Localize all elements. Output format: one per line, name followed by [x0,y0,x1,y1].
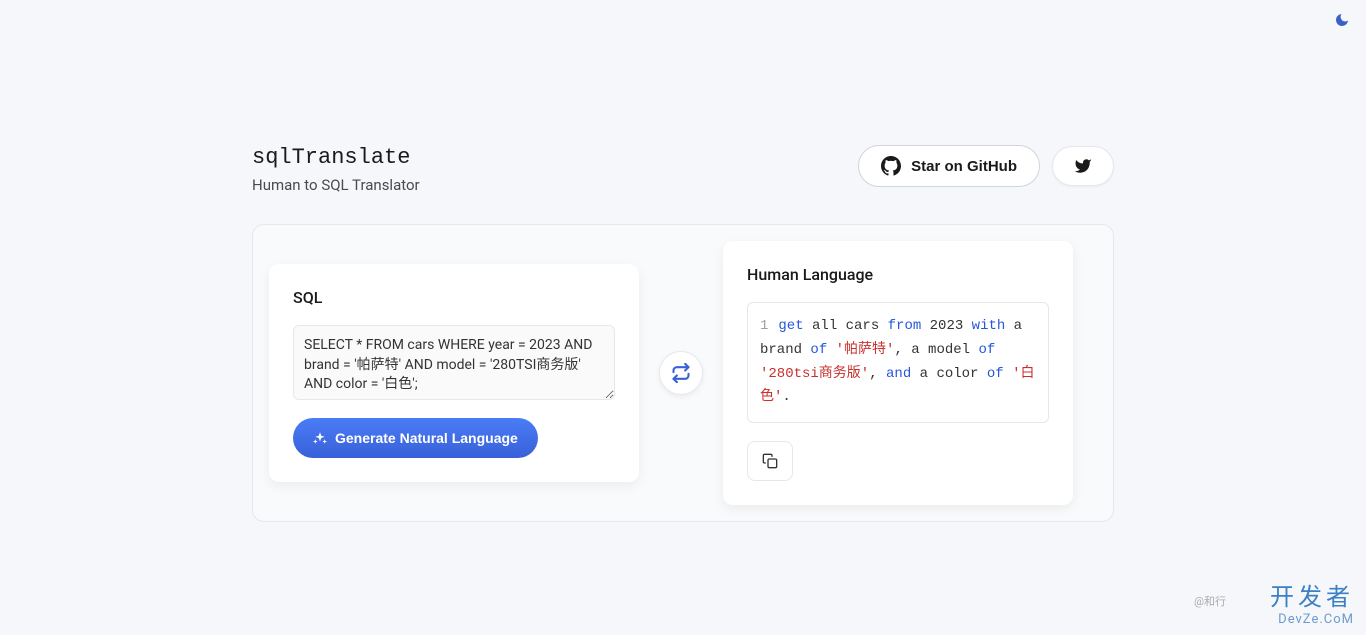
watermark-main: 开发者 [1270,583,1354,611]
app-title: sqlTranslate [252,145,420,170]
twitter-button[interactable] [1052,146,1114,186]
watermark-attribution: @和行 [1194,595,1226,608]
app-subtitle: Human to SQL Translator [252,176,420,194]
twitter-icon [1073,157,1093,175]
github-star-label: Star on GitHub [911,158,1017,175]
output-card-title: Human Language [747,265,1049,284]
copy-icon [762,453,778,469]
moon-icon [1334,12,1350,28]
sparkle-icon [313,431,327,445]
github-star-button[interactable]: Star on GitHub [858,145,1040,187]
github-icon [881,156,901,176]
generate-label: Generate Natural Language [335,430,518,446]
sql-textarea[interactable] [293,325,615,400]
swap-button[interactable] [659,351,703,395]
swap-icon [671,363,691,383]
line-number: 1 [760,318,768,334]
generate-button[interactable]: Generate Natural Language [293,418,538,458]
sql-input-card: SQL Generate Natural Language [269,264,639,482]
theme-toggle-button[interactable] [1334,12,1350,32]
output-text: 1get all cars from 2023 with a brand of … [747,302,1049,423]
watermark-sub: DevZe.CoM [1194,612,1354,627]
sql-card-title: SQL [293,288,615,307]
header: sqlTranslate Human to SQL Translator Sta… [252,145,1114,194]
watermark: @和行 开发者 DevZe.CoM [1194,577,1354,627]
main-panel: SQL Generate Natural Language Human Lang… [252,224,1114,522]
output-card: Human Language 1get all cars from 2023 w… [723,241,1073,505]
copy-button[interactable] [747,441,793,481]
